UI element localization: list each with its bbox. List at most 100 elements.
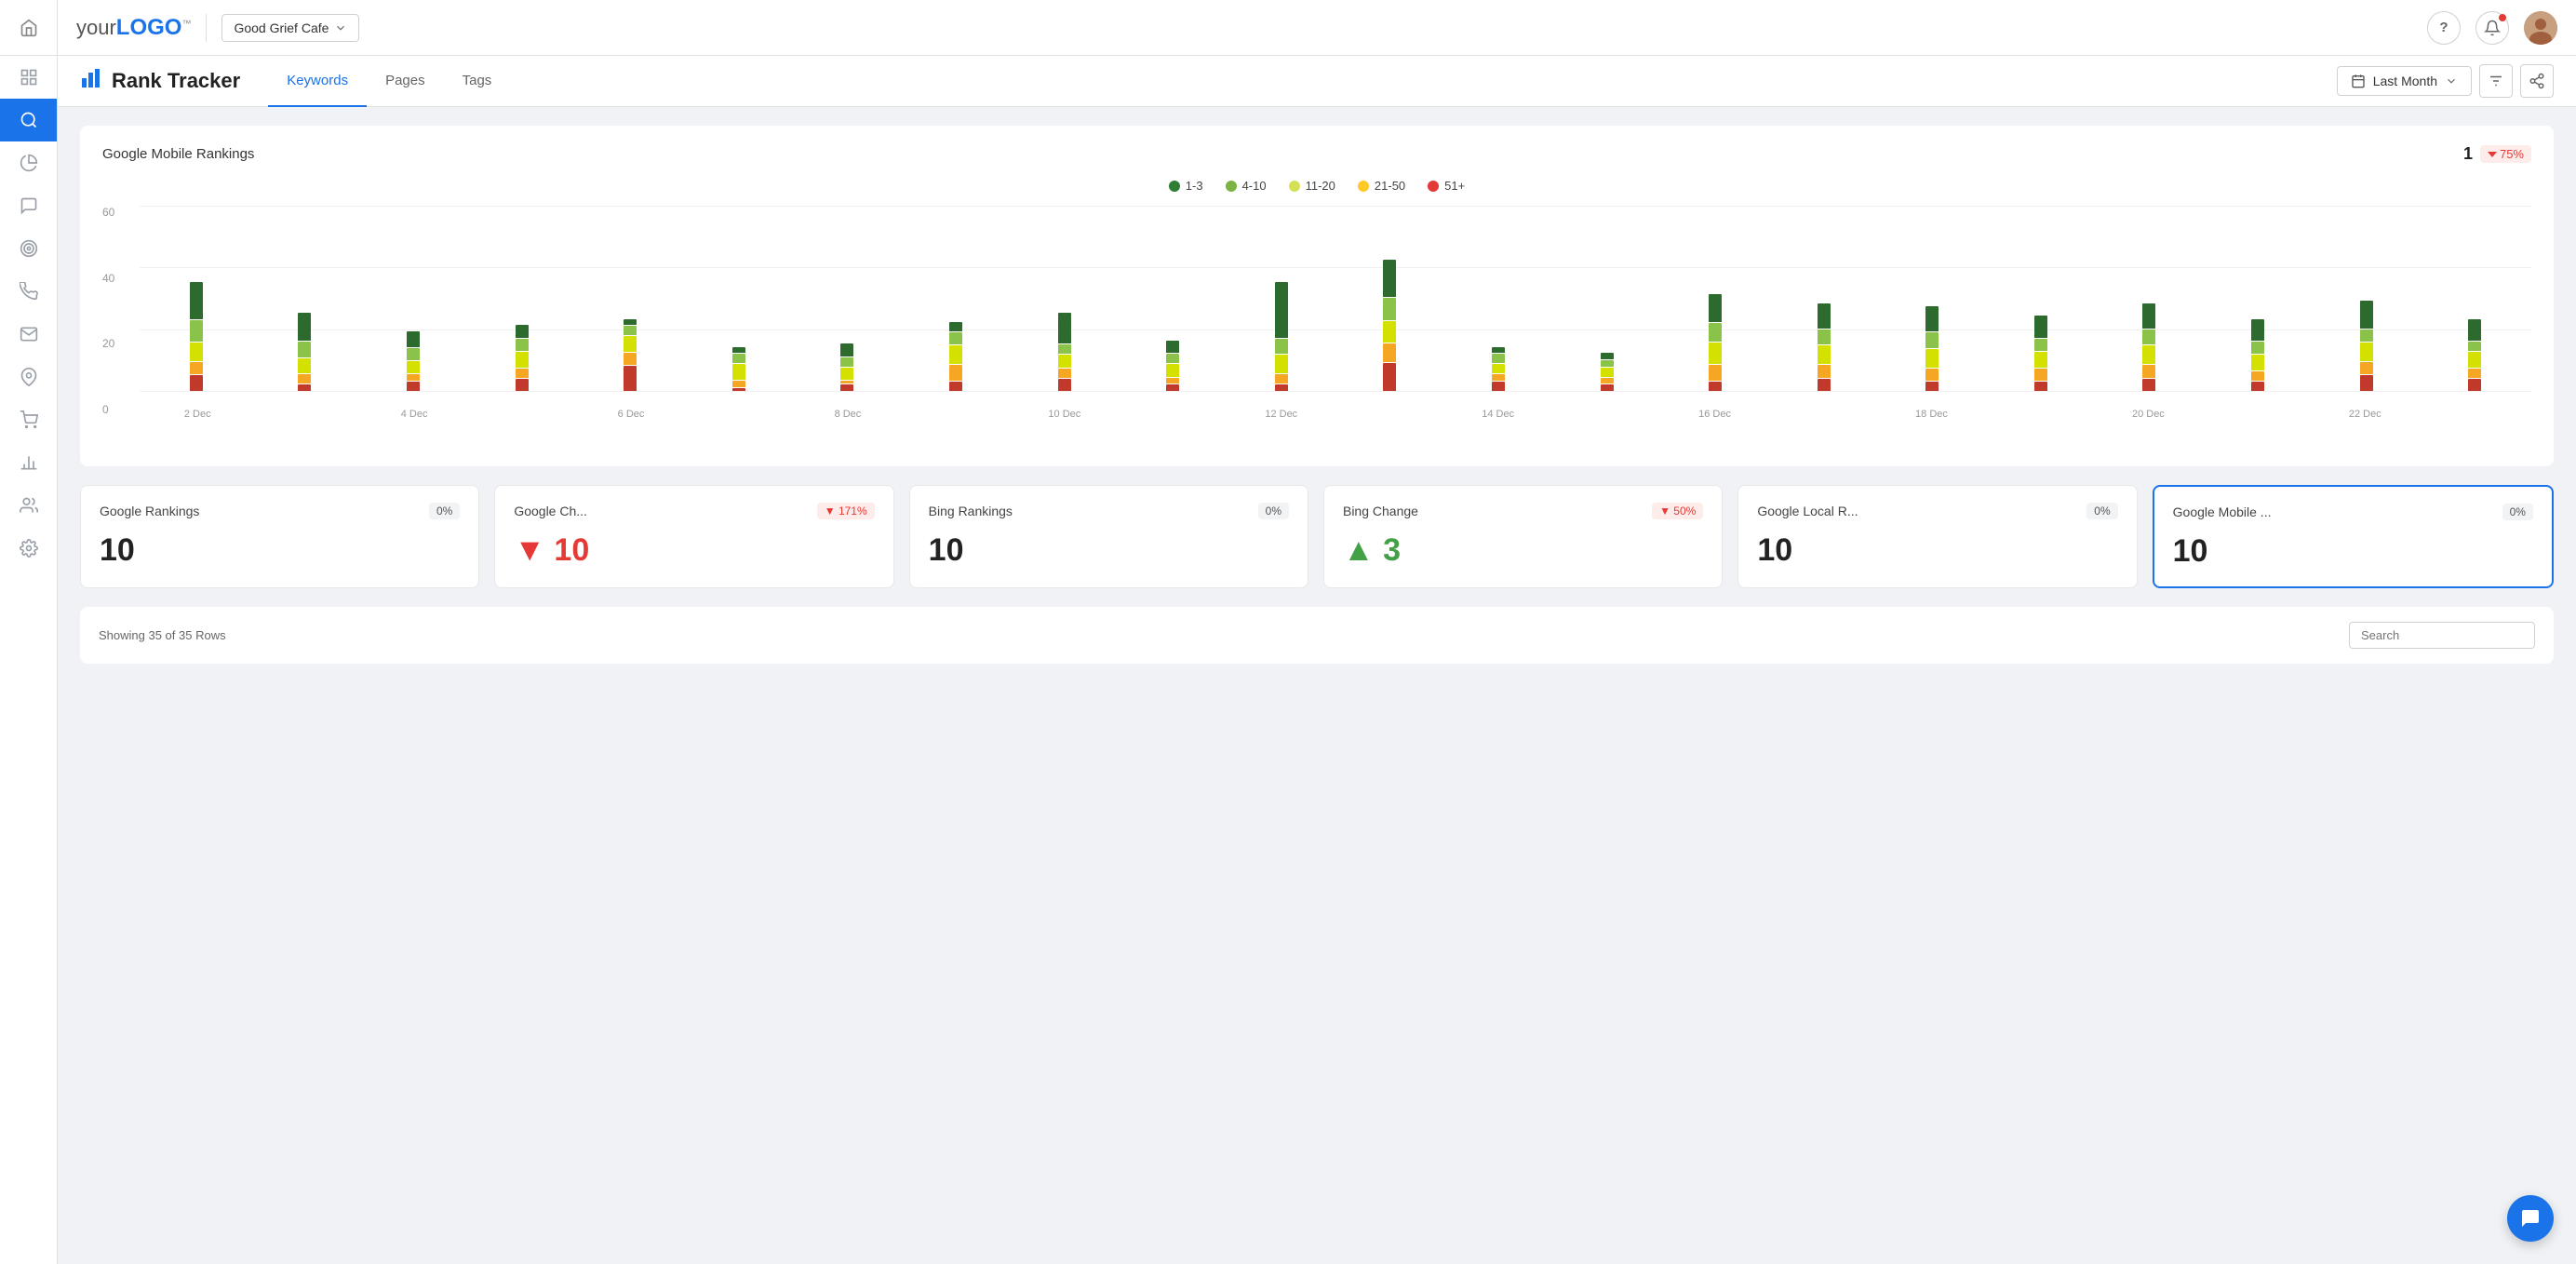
- chart-stat-number: 1: [2463, 144, 2473, 164]
- bar-segment-yellow: [624, 336, 637, 352]
- bar-segment-yellow: [1925, 349, 1939, 368]
- chat-bubble-button[interactable]: [2507, 1195, 2554, 1242]
- date-filter-button[interactable]: Last Month: [2337, 66, 2472, 96]
- bar-group[interactable]: [1662, 206, 1768, 392]
- bar-segment-yellow: [2360, 343, 2373, 361]
- home-nav[interactable]: [0, 0, 57, 56]
- bar-stack: [516, 206, 529, 392]
- bar-segment-darkgreen: [2142, 303, 2155, 329]
- bar-segment-orange: [2360, 362, 2373, 374]
- bar-group[interactable]: [2422, 206, 2528, 392]
- bar-group[interactable]: [903, 206, 1009, 392]
- tab-pages[interactable]: Pages: [367, 56, 444, 108]
- bar-group[interactable]: [252, 206, 358, 392]
- help-button[interactable]: ?: [2427, 11, 2461, 45]
- bar-segment-orange: [1492, 374, 1505, 381]
- report-nav[interactable]: [0, 441, 57, 484]
- legend-1-3: 1-3: [1169, 179, 1203, 193]
- stat-card-title: Google Ch...: [514, 504, 587, 518]
- bar-group[interactable]: [1880, 206, 1986, 392]
- users-nav[interactable]: [0, 484, 57, 527]
- bar-segment-red: [2251, 382, 2264, 391]
- bar-group[interactable]: [1120, 206, 1226, 392]
- stat-card-2[interactable]: Bing Rankings 0% 10: [909, 485, 1308, 588]
- bar-group[interactable]: [469, 206, 575, 392]
- stat-card-badge: 0%: [1258, 503, 1289, 519]
- bar-segment-darkgreen: [2251, 319, 2264, 341]
- bar-group[interactable]: [1228, 206, 1335, 392]
- x-axis-label: 2 Dec: [143, 405, 251, 420]
- bar-segment-orange: [624, 353, 637, 365]
- bar-group[interactable]: [1337, 206, 1443, 392]
- bar-segment-red: [1709, 382, 1722, 391]
- bar-group[interactable]: [2097, 206, 2203, 392]
- bar-segment-lightgreen: [2468, 342, 2481, 351]
- chat-nav[interactable]: [0, 184, 57, 227]
- avatar[interactable]: [2524, 11, 2557, 45]
- bar-group[interactable]: [1771, 206, 1877, 392]
- header-right: ?: [2427, 11, 2557, 45]
- bar-group[interactable]: [1012, 206, 1118, 392]
- phone-nav[interactable]: [0, 270, 57, 313]
- bar-stack: [407, 206, 420, 392]
- bar-group[interactable]: [2205, 206, 2311, 392]
- stat-card-title: Google Mobile ...: [2173, 504, 2272, 519]
- grid-nav[interactable]: [0, 56, 57, 99]
- bar-segment-lightgreen: [298, 342, 311, 357]
- bar-group[interactable]: [143, 206, 249, 392]
- bar-group[interactable]: [1554, 206, 1660, 392]
- x-axis-label: 8 Dec: [794, 405, 902, 420]
- bar-group[interactable]: [686, 206, 792, 392]
- bar-segment-orange: [1601, 378, 1614, 384]
- bar-segment-lightgreen: [840, 357, 853, 367]
- tab-tags[interactable]: Tags: [444, 56, 511, 108]
- bar-group[interactable]: [795, 206, 901, 392]
- bar-stack: [840, 206, 853, 392]
- chart-card: Google Mobile Rankings 1 75% 1-3: [80, 126, 2554, 466]
- bar-segment-lightgreen: [2251, 342, 2264, 354]
- bar-group[interactable]: [2314, 206, 2420, 392]
- bar-group[interactable]: [360, 206, 466, 392]
- stat-card-4[interactable]: Google Local R... 0% 10: [1737, 485, 2137, 588]
- bar-segment-darkgreen: [298, 313, 311, 341]
- site-selector[interactable]: Good Grief Cafe: [221, 14, 359, 42]
- bar-group[interactable]: [1988, 206, 2094, 392]
- stats-row: Google Rankings 0% 10 Google Ch... ▼ 171…: [80, 485, 2554, 588]
- radar-nav[interactable]: [0, 227, 57, 270]
- search-nav[interactable]: [0, 99, 57, 141]
- bars-row: [140, 206, 2531, 392]
- settings-nav[interactable]: [0, 527, 57, 570]
- bar-segment-yellow: [2251, 355, 2264, 370]
- bar-segment-darkgreen: [2034, 316, 2047, 337]
- filter-button[interactable]: [2479, 64, 2513, 98]
- cart-nav[interactable]: [0, 398, 57, 441]
- stat-card-5[interactable]: Google Mobile ... 0% 10: [2153, 485, 2554, 588]
- share-button[interactable]: [2520, 64, 2554, 98]
- bar-group[interactable]: [1445, 206, 1551, 392]
- bar-group[interactable]: [577, 206, 683, 392]
- stat-card-0[interactable]: Google Rankings 0% 10: [80, 485, 479, 588]
- stat-card-1[interactable]: Google Ch... ▼ 171% ▼ 10: [494, 485, 893, 588]
- date-filter-label: Last Month: [2373, 74, 2437, 88]
- page-title-area: Rank Tracker: [80, 67, 240, 95]
- mail-nav[interactable]: [0, 313, 57, 356]
- search-input[interactable]: [2349, 622, 2535, 649]
- bar-segment-orange: [298, 374, 311, 383]
- legend-dot-21-50: [1358, 181, 1369, 192]
- stat-card-badge: 0%: [2502, 504, 2533, 520]
- bar-segment-yellow: [298, 358, 311, 374]
- bar-segment-darkgreen: [190, 282, 203, 319]
- legend-dot-51plus: [1428, 181, 1439, 192]
- bell-icon: [2484, 20, 2501, 36]
- tab-keywords[interactable]: Keywords: [268, 56, 367, 108]
- bar-segment-red: [1383, 363, 1396, 391]
- bar-segment-orange: [732, 381, 745, 387]
- bar-stack: [1383, 206, 1396, 392]
- bar-segment-darkgreen: [1492, 347, 1505, 354]
- legend-label-11-20: 11-20: [1306, 179, 1335, 193]
- location-nav[interactable]: [0, 356, 57, 398]
- notifications-button[interactable]: [2475, 11, 2509, 45]
- stat-card-3[interactable]: Bing Change ▼ 50% ▲ 3: [1323, 485, 1723, 588]
- pie-nav[interactable]: [0, 141, 57, 184]
- bottom-bar: Showing 35 of 35 Rows: [80, 607, 2554, 664]
